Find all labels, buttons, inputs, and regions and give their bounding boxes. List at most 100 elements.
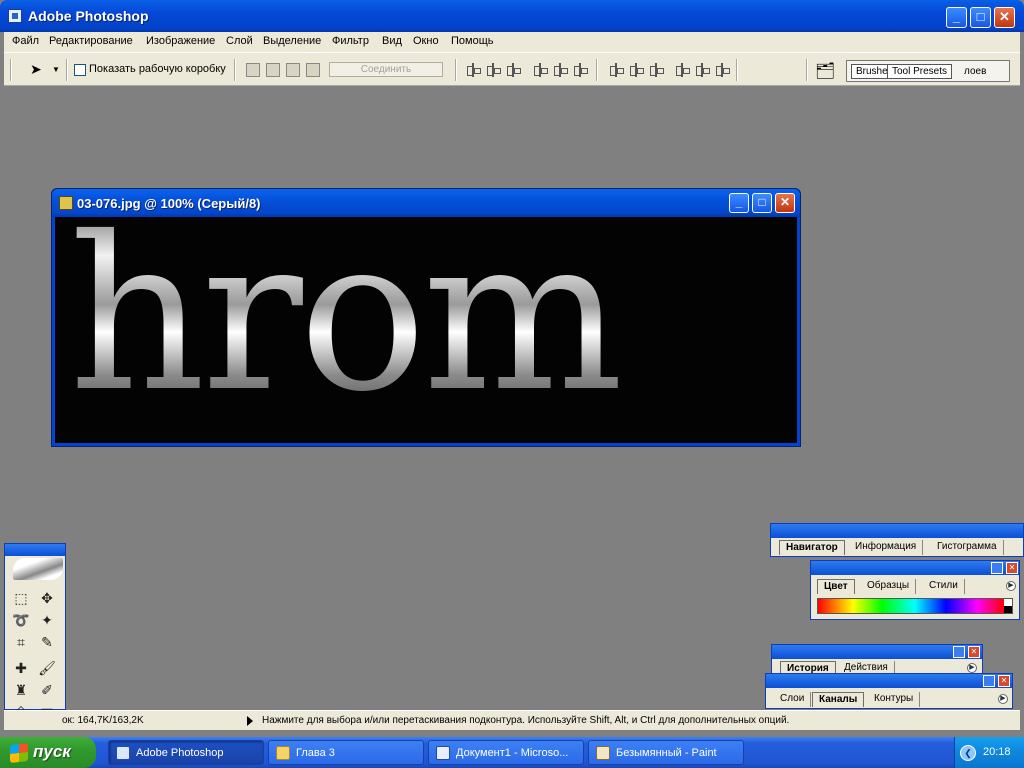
move-tool-icon[interactable]: ✥ [37, 588, 57, 608]
options-bar: ➤ ▼ Показать рабочую коробку Соединить 🗂… [4, 52, 1020, 86]
history-palette-titlebar[interactable]: ✕ [772, 645, 982, 659]
show-bounding-box-checkbox[interactable] [74, 64, 86, 76]
layers-palette-close-button[interactable]: ✕ [998, 675, 1010, 687]
minimize-button[interactable]: _ [946, 7, 967, 28]
file-browser-icon[interactable]: 🗂 [815, 61, 835, 81]
taskbar-item-label: Глава 3 [296, 747, 335, 759]
menu-filter[interactable]: Фильтр [332, 35, 369, 47]
menu-select[interactable]: Выделение [263, 35, 321, 47]
options-separator [736, 59, 738, 81]
layers-palette-titlebar[interactable]: ✕ [766, 674, 1012, 688]
menu-help[interactable]: Помощь [451, 35, 494, 47]
combine-button[interactable]: Соединить [329, 62, 443, 77]
options-separator [806, 59, 808, 81]
status-menu-arrow-icon[interactable] [247, 716, 253, 726]
menu-view[interactable]: Вид [382, 35, 402, 47]
align-vertical-center-icon[interactable] [487, 63, 501, 77]
subtract-shape-area-icon[interactable] [266, 63, 280, 77]
photoshop-icon [8, 9, 22, 23]
distribute-left-icon[interactable] [676, 63, 690, 77]
align-top-icon[interactable] [467, 63, 481, 77]
align-horizontal-center-icon[interactable] [554, 63, 568, 77]
brush-tool-icon[interactable]: 🖌 [37, 658, 57, 678]
palette-well-tab-layer-comps[interactable]: лоев [959, 64, 991, 79]
document-title: 03-076.jpg @ 100% (Серый/8) [77, 196, 261, 211]
lasso-tool-icon[interactable]: ➰ [11, 610, 31, 630]
menu-layer[interactable]: Слой [226, 35, 253, 47]
options-separator [66, 59, 68, 81]
exclude-shape-areas-icon[interactable] [306, 63, 320, 77]
document-canvas[interactable]: hrom [55, 217, 797, 443]
maximize-button[interactable]: □ [970, 7, 991, 28]
rectangular-marquee-tool-icon[interactable]: ⬚ [11, 588, 31, 608]
history-palette-close-button[interactable]: ✕ [968, 646, 980, 658]
layers-palette-minimize-button[interactable] [983, 675, 995, 687]
navigator-palette-titlebar[interactable] [771, 524, 1023, 538]
tab-info[interactable]: Информация [849, 540, 924, 555]
healing-brush-tool-icon[interactable]: ✚ [11, 658, 31, 678]
distribute-horizontal-center-icon[interactable] [696, 63, 710, 77]
tab-histogram[interactable]: Гистограмма [931, 540, 1004, 555]
magic-wand-tool-icon[interactable]: ✦ [37, 610, 57, 630]
show-bounding-box-label: Показать рабочую коробку [89, 63, 226, 75]
word-document-icon [436, 746, 450, 760]
distribute-right-icon[interactable] [716, 63, 730, 77]
taskbar-item-word[interactable]: Документ1 - Microso... [428, 740, 584, 765]
tool-preset-dropdown-icon[interactable]: ▼ [52, 65, 60, 74]
slice-tool-icon[interactable]: ✎ [37, 632, 57, 652]
close-button[interactable]: ✕ [994, 7, 1015, 28]
menu-edit[interactable]: Редактирование [49, 35, 133, 47]
options-separator [596, 59, 598, 81]
paint-icon [596, 746, 610, 760]
app-title: Adobe Photoshop [28, 8, 149, 24]
tab-paths[interactable]: Контуры [868, 692, 921, 707]
tab-channels[interactable]: Каналы [812, 692, 865, 707]
palette-well-tab-tool-presets[interactable]: Tool Presets [887, 64, 953, 79]
distribute-bottom-icon[interactable] [650, 63, 664, 77]
distribute-top-icon[interactable] [610, 63, 624, 77]
document-minimize-button[interactable]: _ [729, 193, 749, 213]
clone-stamp-tool-icon[interactable]: ♜ [11, 680, 31, 700]
taskbar-item-paint[interactable]: Безымянный - Paint [588, 740, 744, 765]
document-maximize-button[interactable]: □ [752, 193, 772, 213]
tab-styles[interactable]: Стили [923, 579, 965, 594]
color-palette-close-button[interactable]: ✕ [1006, 562, 1018, 574]
menu-file[interactable]: Файл [12, 35, 39, 47]
layers-palette-tabs: Слои Каналы Контуры [770, 692, 994, 707]
tab-color[interactable]: Цвет [817, 579, 855, 594]
tab-layers[interactable]: Слои [774, 692, 812, 707]
menu-window[interactable]: Окно [413, 35, 439, 47]
crop-tool-icon[interactable]: ⌗ [11, 632, 31, 652]
app-titlebar[interactable]: Adobe Photoshop _ □ ✕ [0, 0, 1024, 32]
color-spectrum-bar[interactable] [817, 598, 1013, 614]
toolbox-titlebar[interactable] [5, 544, 65, 556]
color-palette-menu-icon[interactable]: ▶ [1006, 581, 1016, 591]
clock[interactable]: 20:18 [983, 746, 1011, 758]
history-palette-minimize-button[interactable] [953, 646, 965, 658]
tab-navigator[interactable]: Навигатор [779, 540, 845, 555]
taskbar-item-folder[interactable]: Глава 3 [268, 740, 424, 765]
taskbar-item-label: Безымянный - Paint [616, 747, 717, 759]
color-palette-minimize-button[interactable] [991, 562, 1003, 574]
history-brush-tool-icon[interactable]: ✐ [37, 680, 57, 700]
distribute-vertical-center-icon[interactable] [630, 63, 644, 77]
taskbar-item-photoshop[interactable]: Adobe Photoshop [108, 740, 264, 765]
document-close-button[interactable]: ✕ [775, 193, 795, 213]
color-palette-titlebar[interactable]: ✕ [811, 561, 1019, 575]
adobe-feather-icon[interactable] [13, 558, 63, 580]
menu-image[interactable]: Изображение [146, 35, 215, 47]
path-selection-tool-icon[interactable]: ➤ [30, 61, 42, 78]
layers-palette-menu-icon[interactable]: ▶ [998, 694, 1008, 704]
tab-swatches[interactable]: Образцы [861, 579, 917, 594]
options-bar-grip[interactable] [10, 59, 12, 81]
align-bottom-icon[interactable] [507, 63, 521, 77]
start-button[interactable]: пуск [0, 737, 96, 768]
align-right-icon[interactable] [574, 63, 588, 77]
show-hidden-icons-chevron-icon[interactable]: ❮ [960, 745, 976, 761]
windows-flag-icon [10, 743, 28, 763]
align-left-icon[interactable] [534, 63, 548, 77]
document-titlebar[interactable]: 03-076.jpg @ 100% (Серый/8) _ □ ✕ [52, 189, 800, 217]
history-palette-menu-icon[interactable]: ▶ [967, 663, 977, 673]
intersect-shape-areas-icon[interactable] [286, 63, 300, 77]
add-shape-area-icon[interactable] [246, 63, 260, 77]
